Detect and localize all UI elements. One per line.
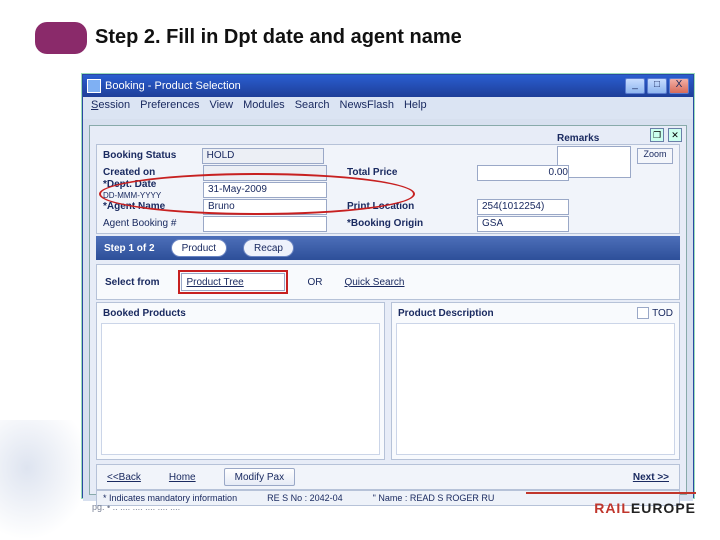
next-link[interactable]: Next >> <box>633 472 669 483</box>
step-label: Step 1 of 2 <box>104 243 155 254</box>
menu-search[interactable]: Search <box>295 99 330 117</box>
booking-origin-label: *Booking Origin <box>327 218 477 229</box>
quick-search-link[interactable]: Quick Search <box>344 277 404 288</box>
title-accent <box>35 22 87 54</box>
app-window: Booking - Product Selection _ □ X SSessi… <box>82 74 694 498</box>
app-icon <box>87 79 101 93</box>
total-price-label: Total Price <box>327 167 477 178</box>
status-name: " Name : READ S ROGER RU <box>373 493 495 503</box>
booked-products-list[interactable] <box>101 323 380 455</box>
menubar: SSessionession Preferences View Modules … <box>83 97 693 119</box>
menu-help[interactable]: Help <box>404 99 427 117</box>
menu-preferences[interactable]: Preferences <box>140 99 199 117</box>
zoom-button[interactable]: Zoom <box>637 148 673 164</box>
brand-rule <box>526 492 696 494</box>
product-description-panel: Product Description TOD <box>391 302 680 460</box>
tab-product[interactable]: Product <box>171 239 227 257</box>
menu-newsflash[interactable]: NewsFlash <box>340 99 394 117</box>
booking-status-value: HOLD <box>202 148 324 164</box>
back-link[interactable]: <<Back <box>107 472 141 483</box>
agent-name-label: *Agent Name <box>97 201 203 212</box>
menu-modules[interactable]: Modules <box>243 99 285 117</box>
slide-title: Step 2. Fill in Dpt date and agent name <box>95 26 462 49</box>
menu-session[interactable]: SSessionession <box>91 99 130 117</box>
mdi-child: ❐ ✕ Booking Status HOLD Remarks <box>89 125 687 495</box>
titlebar: Booking - Product Selection _ □ X <box>83 75 693 97</box>
booking-status-label: Booking Status <box>97 150 202 161</box>
product-tree-dropdown[interactable]: Product Tree <box>181 273 285 291</box>
product-description-label: Product Description <box>398 308 494 319</box>
total-price-value: 0.00 <box>477 165 569 181</box>
select-from-panel: Select from Product Tree OR Quick Search <box>96 264 680 300</box>
select-from-label: Select from <box>105 277 159 288</box>
agent-name-field[interactable]: Bruno <box>203 199 327 215</box>
booked-products-label: Booked Products <box>103 308 186 319</box>
home-link[interactable]: Home <box>169 472 196 483</box>
dept-date-field[interactable]: 31-May-2009 <box>203 182 327 198</box>
agent-booking-field[interactable] <box>203 216 327 232</box>
product-description-area <box>396 323 675 455</box>
dept-date-label: *Dept. Date DD-MMM-YYYY <box>97 179 203 201</box>
brand-logo: RAILEUROPE <box>594 500 696 516</box>
created-on-label: Created on <box>97 167 203 178</box>
wizard-nav: <<Back Home Modify Pax Next >> <box>96 464 680 490</box>
maximize-button[interactable]: □ <box>647 78 667 94</box>
remarks-label: Remarks <box>557 133 599 144</box>
modify-pax-button[interactable]: Modify Pax <box>224 468 295 486</box>
wizard-step-bar: Step 1 of 2 Product Recap <box>96 236 680 260</box>
booking-origin-field[interactable]: GSA <box>477 216 569 232</box>
agent-booking-label: Agent Booking # <box>97 218 203 229</box>
created-on-value <box>203 165 327 181</box>
decorative-blur <box>0 420 90 540</box>
print-location-label: Print Location <box>327 201 477 212</box>
footer-caption: pg. • .. .... .... .... .... .... <box>92 502 180 512</box>
booking-header-panel: Booking Status HOLD Remarks Zoom <box>96 144 680 234</box>
booked-products-panel: Booked Products <box>96 302 385 460</box>
tab-recap[interactable]: Recap <box>243 239 294 257</box>
minimize-button[interactable]: _ <box>625 78 645 94</box>
status-res-no: RE S No : 2042-04 <box>267 493 343 503</box>
print-location-value: 254(1012254) <box>477 199 569 215</box>
or-label: OR <box>307 277 322 288</box>
tod-checkbox[interactable] <box>637 307 649 319</box>
tod-label: TOD <box>652 308 673 319</box>
close-button[interactable]: X <box>669 78 689 94</box>
window-title: Booking - Product Selection <box>105 80 241 92</box>
menu-view[interactable]: View <box>209 99 233 117</box>
